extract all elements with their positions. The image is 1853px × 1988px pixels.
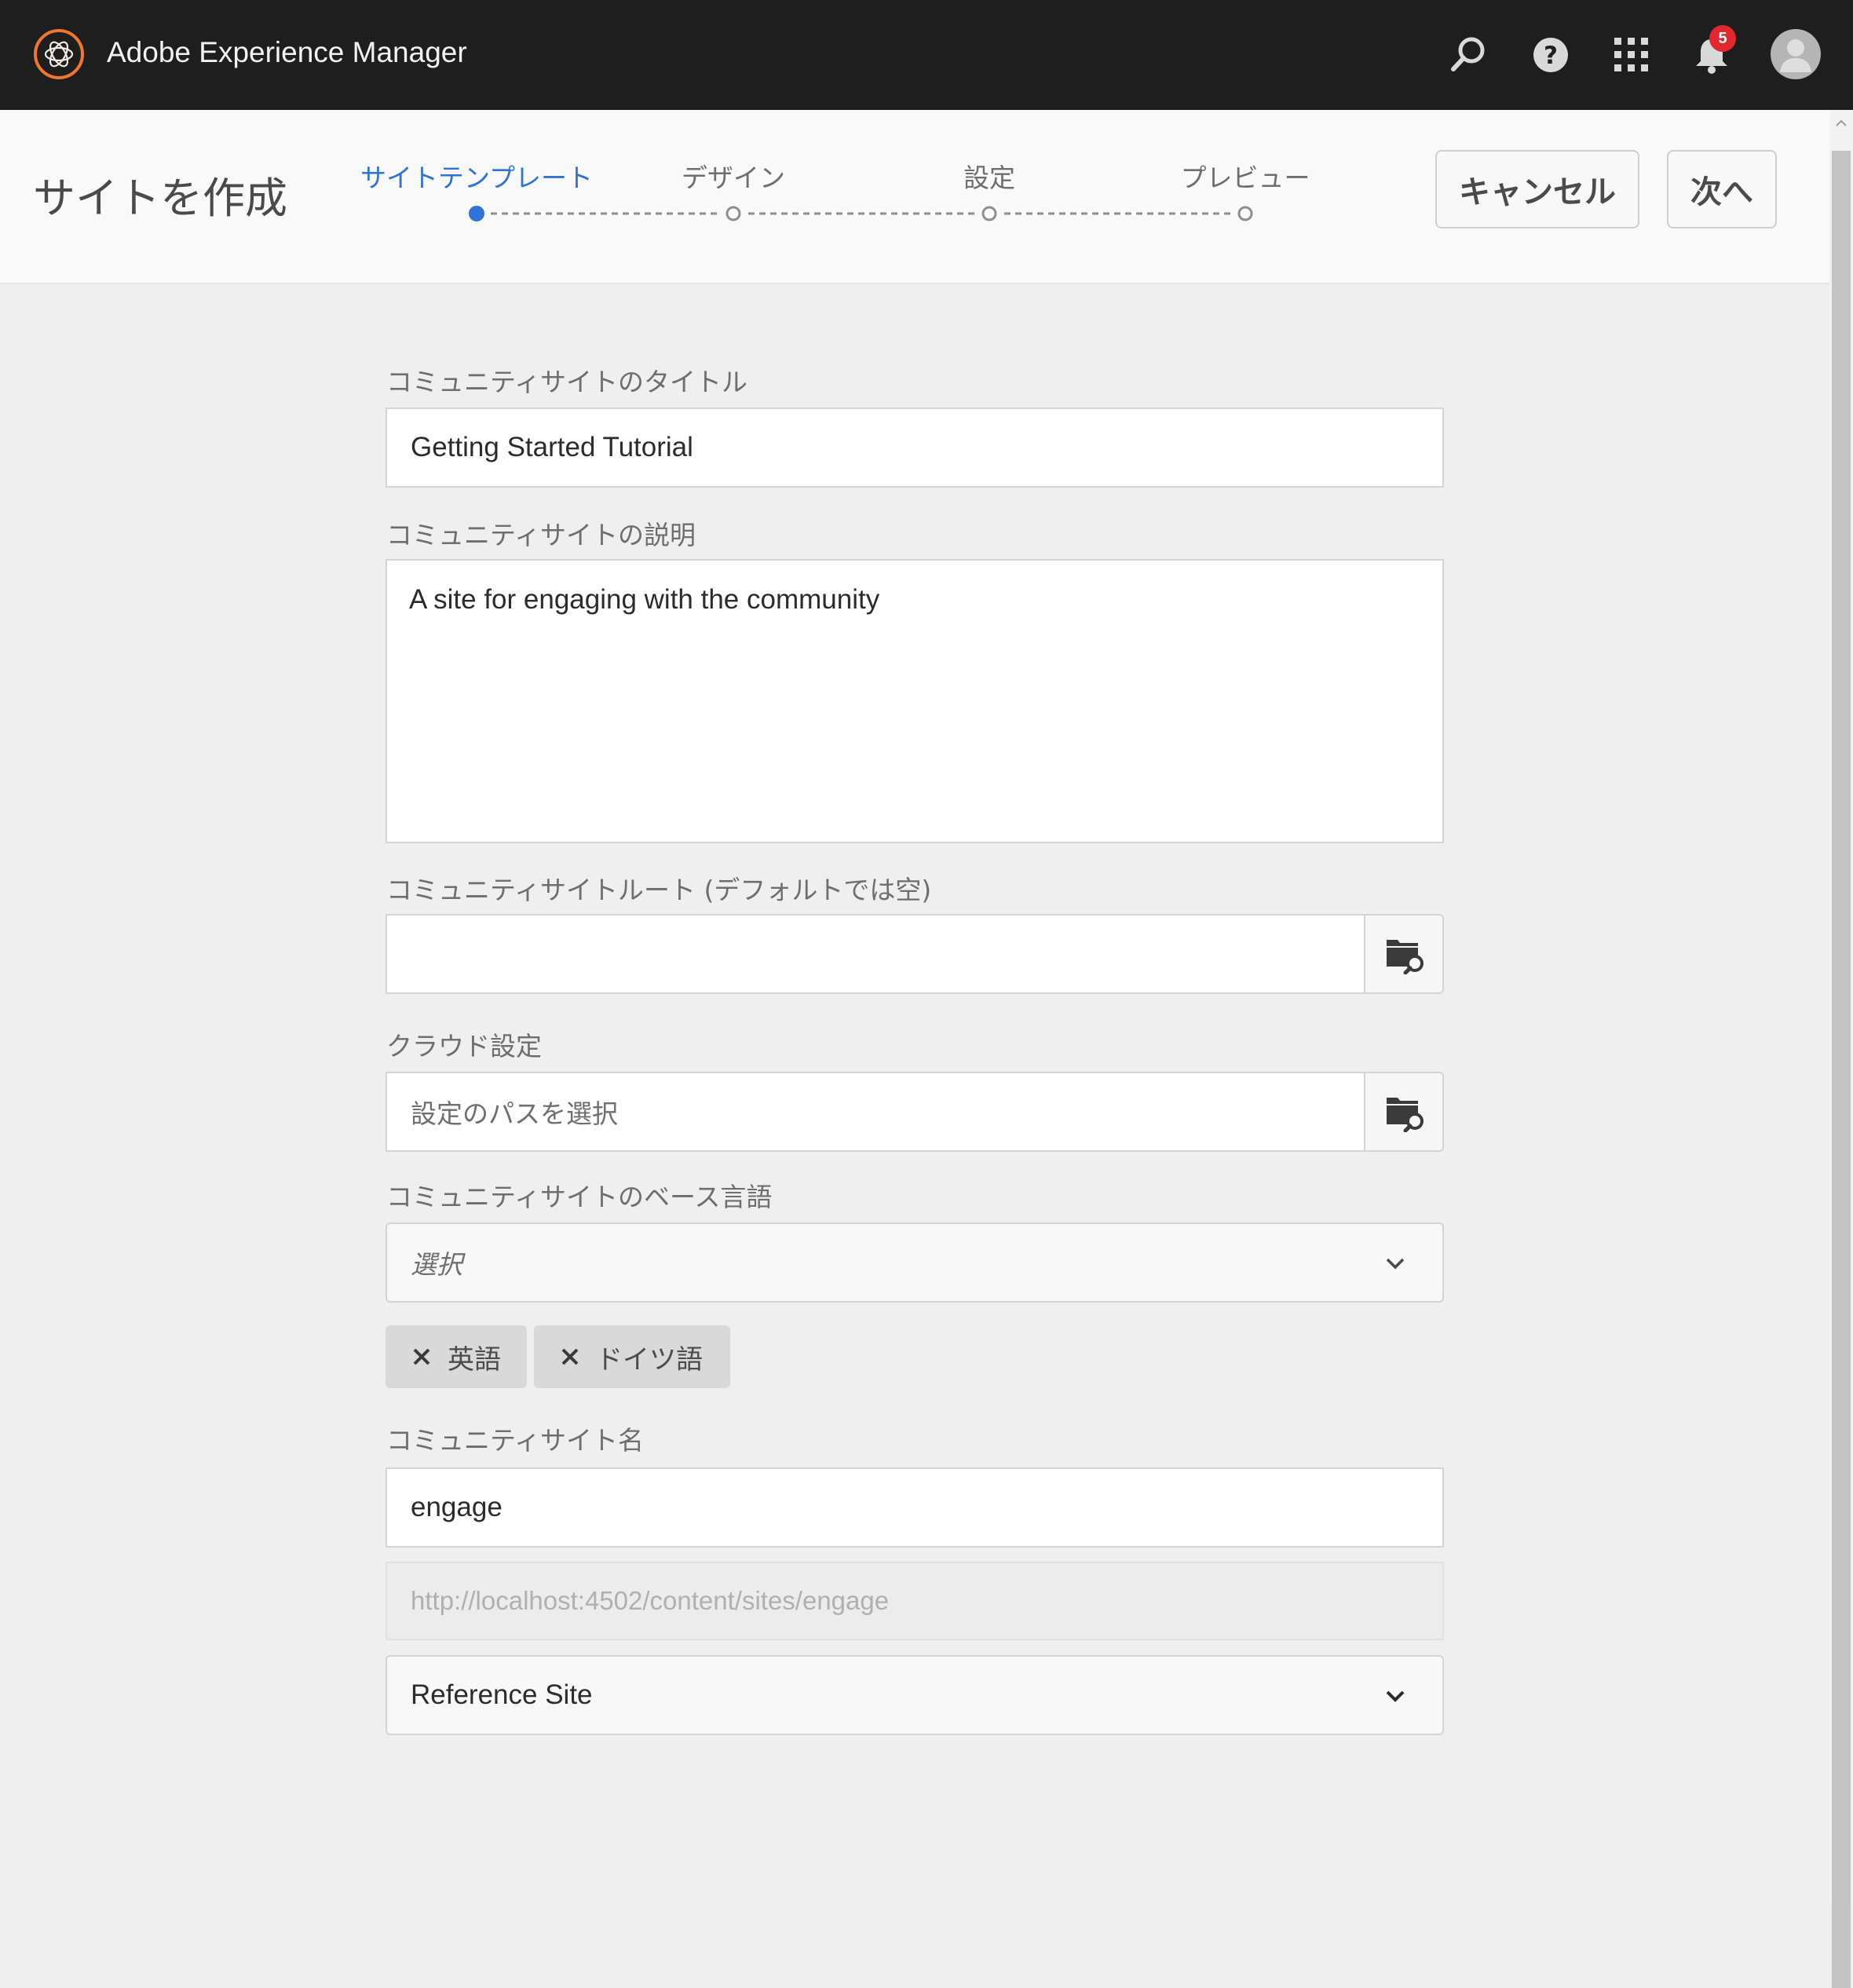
step-dot	[725, 206, 741, 221]
app-title: Adobe Experience Manager	[107, 36, 467, 68]
close-icon[interactable]	[560, 1347, 580, 1367]
language-tag-label: 英語	[448, 1343, 501, 1376]
chevron-down-icon	[1386, 1258, 1405, 1270]
wizard-header: サイトを作成 サイトテンプレート デザイン 設定 プレビュー キャンセル 次へ	[0, 110, 1829, 284]
site-name-input[interactable]: engage	[386, 1467, 1444, 1548]
step-dot	[1237, 206, 1253, 221]
avatar-icon[interactable]	[1770, 28, 1822, 80]
site-url-value: http://localhost:4502/content/sites/enga…	[411, 1586, 890, 1615]
base-language-label: コミュニティサイトのベース言語	[386, 1182, 773, 1212]
svg-text:?: ?	[1544, 42, 1558, 70]
adobe-logo-icon[interactable]	[33, 28, 85, 80]
language-tag-german: ドイツ語	[534, 1325, 730, 1388]
site-url-preview: http://localhost:4502/content/sites/enga…	[386, 1562, 1444, 1640]
base-language-placeholder: 選択	[411, 1249, 462, 1280]
cancel-button[interactable]: キャンセル	[1435, 150, 1639, 228]
language-tag-english: 英語	[386, 1325, 527, 1388]
template-select[interactable]: Reference Site	[386, 1655, 1444, 1735]
site-title-label: コミュニティサイトのタイトル	[386, 367, 748, 397]
site-description-textarea[interactable]: A site for engaging with the community	[386, 559, 1444, 843]
site-description-label: コミュニティサイトの説明	[386, 520, 696, 550]
cloud-config-input[interactable]: 設定のパスを選択	[386, 1072, 1365, 1152]
site-name-label: コミュニティサイト名	[386, 1425, 645, 1456]
search-icon[interactable]	[1446, 33, 1490, 77]
cloud-config-browse-button[interactable]	[1364, 1072, 1444, 1152]
site-root-input[interactable]	[386, 914, 1365, 994]
site-root-browse-button[interactable]	[1364, 914, 1444, 994]
site-root-label: コミュニティサイトルート (デフォルトでは空)	[386, 875, 932, 905]
help-icon[interactable]: ?	[1529, 33, 1573, 77]
folder-search-icon	[1387, 1098, 1424, 1132]
language-tag-label: ドイツ語	[596, 1343, 703, 1376]
cloud-config-placeholder: 設定のパスを選択	[411, 1098, 618, 1129]
site-title-value: Getting Started Tutorial	[411, 432, 693, 462]
scroll-up-arrow-icon[interactable]	[1836, 118, 1847, 129]
site-description-value: A site for engaging with the community	[409, 584, 880, 615]
top-navigation-bar: Adobe Experience Manager ? 5	[0, 0, 1853, 110]
vertical-scrollbar[interactable]	[1829, 110, 1853, 1988]
site-title-input[interactable]: Getting Started Tutorial	[386, 407, 1444, 488]
close-icon[interactable]	[411, 1347, 432, 1367]
step-dot	[981, 206, 997, 221]
apps-grid-icon[interactable]	[1610, 33, 1654, 77]
site-name-value: engage	[411, 1492, 503, 1522]
scrollbar-thumb[interactable]	[1832, 151, 1851, 1988]
folder-search-icon	[1387, 940, 1424, 974]
notification-count-badge: 5	[1709, 25, 1736, 52]
next-button[interactable]: 次へ	[1667, 150, 1777, 228]
template-select-value: Reference Site	[411, 1679, 593, 1710]
cloud-config-label: クラウド設定	[386, 1031, 542, 1062]
chevron-down-icon	[1386, 1690, 1405, 1702]
base-language-select[interactable]: 選択	[386, 1222, 1444, 1303]
step-dot-active	[469, 206, 484, 221]
